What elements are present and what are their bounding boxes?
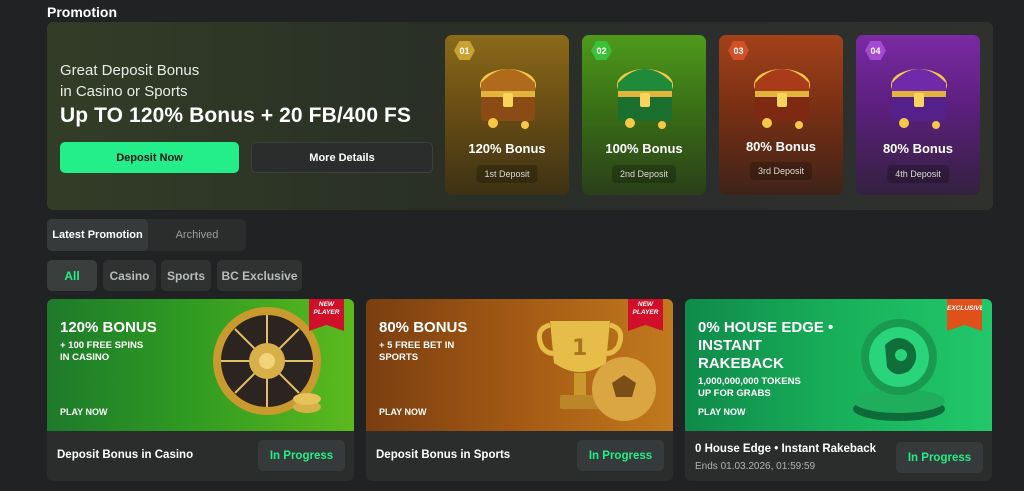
treasure-chest-icon [891, 69, 947, 129]
ribbon-line-1: NEW [637, 301, 654, 308]
deposit-card-1[interactable]: 01 120% Bonus 1st Deposit [445, 35, 569, 195]
ribbon-line-2: PLAYER [632, 309, 659, 316]
banner-headline: Up TO 120% Bonus + 20 FB/400 FS [60, 104, 412, 127]
more-details-button[interactable]: More Details [251, 142, 433, 173]
promo-art-subtitle-line-1: + 100 FREE SPINS [60, 340, 144, 351]
bc-token-icon [853, 319, 945, 421]
ribbon-line-1: NEW [318, 301, 335, 308]
deposit-label: 1st Deposit [476, 165, 538, 183]
filter-casino[interactable]: Casino [103, 260, 156, 291]
deposit-label: 3rd Deposit [749, 162, 813, 180]
status-badge[interactable]: In Progress [896, 442, 983, 473]
promo-art-subtitle-line-2: UP FOR GRABS [698, 388, 771, 399]
promo-art-title-line-2: INSTANT [698, 337, 762, 354]
deposit-bonus-value: 80% Bonus [745, 139, 817, 154]
deposit-bonus-value: 100% Bonus [605, 141, 683, 156]
play-now-link[interactable]: PLAY NOW [379, 407, 427, 417]
play-now-link[interactable]: PLAY NOW [60, 407, 108, 417]
promo-art-subtitle: + 5 FREE BET IN SPORTS [379, 340, 454, 364]
promo-art-subtitle: 1,000,000,000 TOKENS UP FOR GRABS [698, 376, 801, 400]
deposit-bonus-value: 120% Bonus [468, 141, 546, 156]
treasure-chest-icon [754, 69, 810, 129]
deposit-now-button[interactable]: Deposit Now [60, 142, 239, 173]
tab-latest-promotion[interactable]: Latest Promotion [47, 219, 148, 251]
promo-card-rakeback[interactable]: EXCLUSIVE 0% HOUSE EDGE • INSTANT RAKEBA… [685, 299, 992, 481]
promo-art-subtitle-line-2: SPORTS [379, 352, 419, 363]
promo-art-title-line-1: 0% HOUSE EDGE • [698, 319, 834, 336]
section-title: Promotion [47, 4, 117, 20]
promo-card-sports[interactable]: 1 NEW PLAYER 80% BONUS + 5 FREE BET IN S… [366, 299, 673, 481]
filter-bc-exclusive[interactable]: BC Exclusive [217, 260, 302, 291]
deposit-number-badge: 01 [454, 41, 475, 60]
filter-all[interactable]: All [47, 260, 97, 291]
promo-card-art: 1 NEW PLAYER 80% BONUS + 5 FREE BET IN S… [366, 299, 673, 431]
promo-card-casino[interactable]: NEW PLAYER 120% BONUS + 100 FREE SPINS I… [47, 299, 354, 481]
deposit-label: 4th Deposit [887, 165, 949, 183]
deposit-number-badge: 02 [591, 41, 612, 60]
banner-subtitle-line-2: in Casino or Sports [60, 83, 188, 100]
promo-art-title-line-3: RAKEBACK [698, 355, 784, 372]
deposit-card-3[interactable]: 03 80% Bonus 3rd Deposit [719, 35, 843, 195]
promo-art-subtitle-line-1: 1,000,000,000 TOKENS [698, 376, 801, 387]
promo-end-date: Ends 01.03.2026, 01:59:59 [695, 461, 816, 472]
banner-subtitle: Great Deposit Bonus in Casino or Sports [60, 60, 199, 102]
banner-subtitle-line-1: Great Deposit Bonus [60, 62, 200, 79]
deposit-number-badge: 04 [865, 41, 886, 60]
ribbon-line-2: PLAYER [313, 309, 340, 316]
promo-art-subtitle-line-2: IN CASINO [60, 352, 110, 363]
promo-card-art: EXCLUSIVE 0% HOUSE EDGE • INSTANT RAKEBA… [685, 299, 992, 431]
deposit-card-4[interactable]: 04 80% Bonus 4th Deposit [856, 35, 980, 195]
status-badge[interactable]: In Progress [258, 440, 345, 471]
play-now-link[interactable]: PLAY NOW [698, 407, 746, 417]
tab-archived[interactable]: Archived [148, 219, 246, 251]
promotion-tabs: Latest Promotion Archived [47, 219, 246, 251]
status-badge[interactable]: In Progress [577, 440, 664, 471]
promotion-page: Promotion Great Deposit Bonus in Casino … [0, 0, 1024, 491]
treasure-chest-icon [617, 69, 673, 129]
treasure-chest-icon [480, 69, 536, 129]
promo-art-title: 0% HOUSE EDGE • INSTANT RAKEBACK [698, 319, 833, 373]
deposit-number-badge: 03 [728, 41, 749, 60]
deposit-card-2[interactable]: 02 100% Bonus 2nd Deposit [582, 35, 706, 195]
promo-card-title: 0 House Edge • Instant Rakeback [695, 443, 877, 455]
promo-card-title: Deposit Bonus in Casino [57, 449, 194, 461]
deposit-bonus-value: 80% Bonus [882, 141, 954, 156]
promo-art-title: 80% BONUS [379, 319, 468, 336]
svg-text:1: 1 [572, 336, 587, 361]
promo-art-title: 120% BONUS [60, 319, 157, 336]
promo-art-subtitle-line-1: + 5 FREE BET IN [379, 340, 455, 351]
promo-art-subtitle: + 100 FREE SPINS IN CASINO [60, 340, 143, 364]
filter-sports[interactable]: Sports [161, 260, 211, 291]
promo-card-title: Deposit Bonus in Sports [376, 449, 511, 461]
deposit-label: 2nd Deposit [611, 165, 677, 183]
promo-card-art: NEW PLAYER 120% BONUS + 100 FREE SPINS I… [47, 299, 354, 431]
deposit-bonus-banner: Great Deposit Bonus in Casino or Sports … [47, 22, 993, 210]
